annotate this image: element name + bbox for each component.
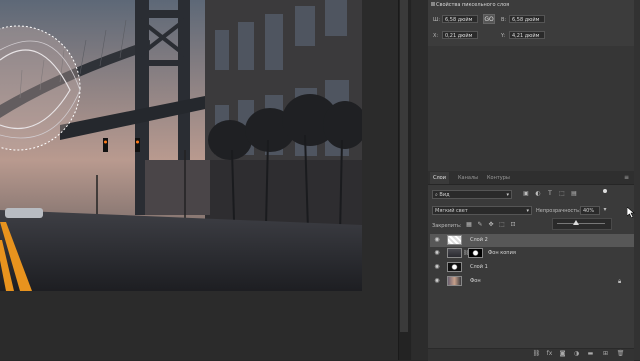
layer-thumbnail bbox=[447, 276, 462, 286]
layer-name[interactable]: Слой 1 bbox=[470, 261, 488, 274]
visibility-eye-icon[interactable]: ◉ bbox=[433, 249, 441, 257]
layer-name[interactable]: Фон bbox=[470, 275, 481, 288]
shape-filter-icon[interactable]: ⬚ bbox=[558, 190, 566, 198]
visibility-eye-icon[interactable]: ◉ bbox=[433, 263, 441, 271]
layer-row[interactable]: ◉ Фон 🔒︎ bbox=[430, 275, 634, 288]
opacity-slider-popup[interactable] bbox=[552, 218, 612, 230]
pixel-layer-icon bbox=[431, 2, 435, 6]
mouse-cursor-icon bbox=[627, 207, 635, 218]
chevron-down-icon: ▾ bbox=[526, 208, 529, 214]
link-icon[interactable]: ⛓ bbox=[532, 350, 541, 357]
opacity-label: Непрозрачность: bbox=[536, 208, 581, 214]
filter-toggle-icon[interactable] bbox=[603, 189, 607, 193]
visibility-eye-icon[interactable]: ◉ bbox=[433, 236, 441, 244]
tab-channels[interactable]: Каналы bbox=[455, 172, 481, 184]
chevron-down-icon: ▾ bbox=[506, 192, 509, 198]
brush-icon[interactable]: ✎ bbox=[476, 221, 484, 229]
move-icon[interactable]: ✥ bbox=[487, 221, 495, 229]
layer-thumbnail bbox=[447, 262, 462, 272]
height-field[interactable]: 6,58 дюйм bbox=[509, 15, 545, 23]
tab-layers[interactable]: Слои bbox=[430, 172, 449, 184]
layer-row[interactable]: ◉ Слой 1 bbox=[430, 261, 634, 274]
opacity-slider-track[interactable] bbox=[557, 223, 605, 224]
folder-icon[interactable]: ▬ bbox=[586, 350, 595, 357]
layer-mask-thumbnail[interactable] bbox=[468, 248, 483, 258]
tab-paths[interactable]: Контуры bbox=[484, 172, 513, 184]
x-label: X: bbox=[433, 33, 439, 39]
image-filter-icon[interactable]: ▣ bbox=[522, 190, 530, 198]
mask-icon[interactable]: ◙ bbox=[558, 350, 567, 357]
opacity-slider-handle[interactable] bbox=[573, 220, 579, 225]
visibility-eye-icon[interactable]: ◉ bbox=[433, 277, 441, 285]
width-field[interactable]: 6,58 дюйм bbox=[442, 15, 478, 23]
panel-menu-icon[interactable]: ≡ bbox=[624, 174, 629, 181]
image-canvas[interactable] bbox=[0, 0, 362, 291]
layer-row[interactable]: ◉ ⛓ Фон копия bbox=[430, 247, 634, 260]
link-icon[interactable]: GO bbox=[483, 14, 495, 24]
y-label: Y: bbox=[501, 33, 506, 39]
filter-kind-label: Вид bbox=[439, 192, 450, 198]
properties-body bbox=[428, 46, 634, 171]
height-label: В: bbox=[501, 17, 507, 23]
fx-icon[interactable]: fx bbox=[545, 350, 554, 357]
layer-name[interactable]: Фон копия bbox=[488, 247, 516, 260]
collapsed-panel-strip bbox=[412, 0, 429, 360]
adjustment-icon[interactable]: ◑ bbox=[572, 350, 581, 357]
layer-name[interactable]: Слой 2 bbox=[470, 234, 488, 247]
layer-thumbnail bbox=[447, 248, 462, 258]
x-field[interactable]: 0,21 дюйм bbox=[442, 31, 478, 39]
chevron-down-icon[interactable]: ▾ bbox=[601, 206, 609, 214]
width-label: Ш: bbox=[433, 17, 441, 23]
layer-thumbnail bbox=[447, 235, 462, 245]
new-layer-icon[interactable]: ⊞ bbox=[601, 350, 610, 357]
lock-transparent-icon[interactable]: ▦ bbox=[465, 221, 473, 229]
smart-object-filter-icon[interactable]: ▤ bbox=[570, 190, 578, 198]
opacity-field[interactable]: 40% bbox=[580, 206, 600, 215]
trash-icon[interactable]: 🗑︎ bbox=[616, 350, 625, 357]
blend-mode-dropdown[interactable]: Мягкий свет ▾ bbox=[432, 206, 532, 215]
lock-icon[interactable]: ⊡ bbox=[509, 221, 517, 229]
lock-icon: 🔒︎ bbox=[618, 278, 622, 285]
scrollbar-thumb[interactable] bbox=[400, 0, 408, 332]
adjustment-filter-icon[interactable]: ◐ bbox=[534, 190, 542, 198]
city-bridge-photo bbox=[0, 0, 362, 291]
blend-mode-value: Мягкий свет bbox=[435, 208, 468, 214]
mask-link-icon[interactable]: ⛓ bbox=[463, 250, 469, 257]
properties-title: Свойства пиксельного слоя bbox=[436, 2, 510, 8]
artboard-icon[interactable]: ⬚ bbox=[498, 221, 506, 229]
layer-row[interactable]: ◉ Слой 2 bbox=[430, 234, 634, 247]
text-filter-icon[interactable]: T bbox=[546, 190, 554, 198]
lock-label: Закрепить: bbox=[432, 223, 462, 229]
y-field[interactable]: 4,21 дюйм bbox=[509, 31, 545, 39]
layer-filter-dropdown[interactable]: ⌕ Вид ▾ bbox=[432, 190, 512, 199]
